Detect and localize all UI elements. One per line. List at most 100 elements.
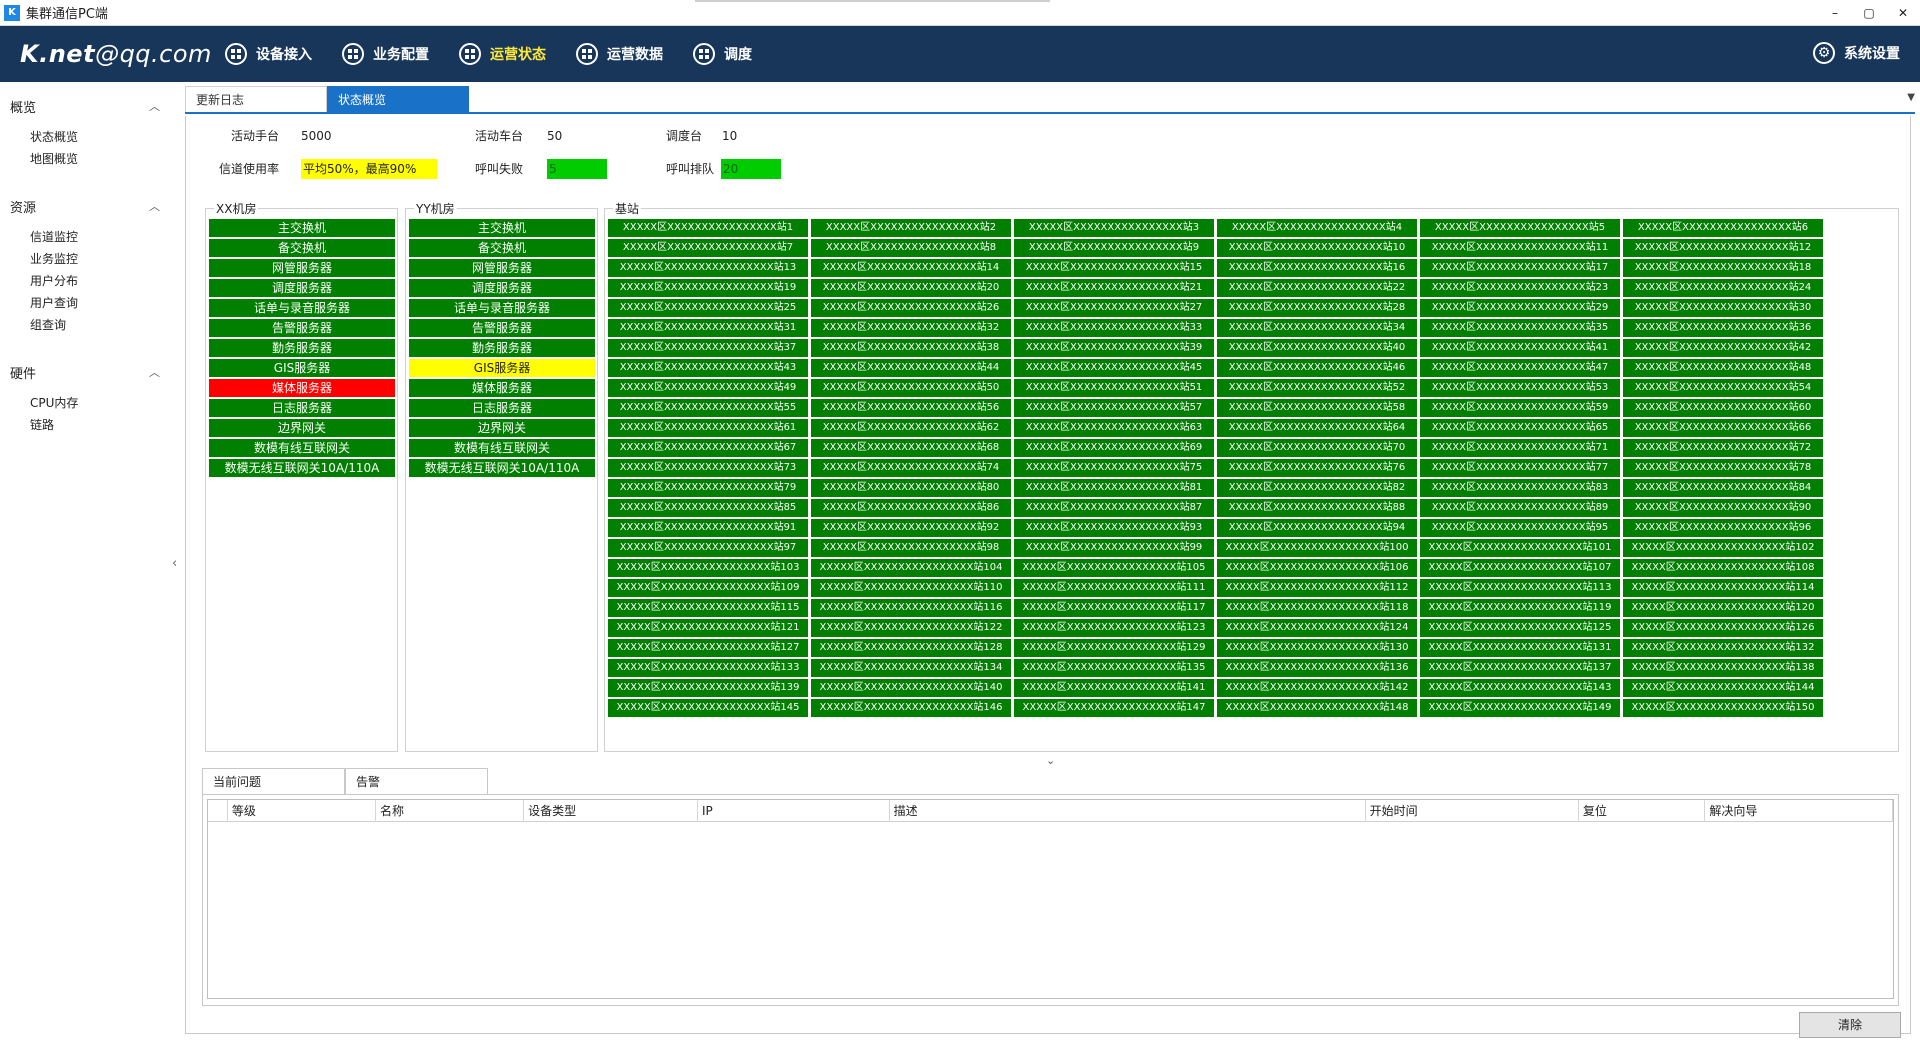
base-station-item[interactable]: XXXXX区XXXXXXXXXXXXXXXX站111 — [1014, 579, 1214, 597]
base-station-item[interactable]: XXXXX区XXXXXXXXXXXXXXXX站93 — [1014, 519, 1214, 537]
base-station-item[interactable]: XXXXX区XXXXXXXXXXXXXXXX站78 — [1623, 459, 1823, 477]
sidebar-item[interactable]: 业务监控 — [0, 248, 170, 270]
base-station-item[interactable]: XXXXX区XXXXXXXXXXXXXXXX站2 — [811, 219, 1011, 237]
base-station-item[interactable]: XXXXX区XXXXXXXXXXXXXXXX站56 — [811, 399, 1011, 417]
column-header[interactable]: 解决向导 — [1705, 800, 1893, 822]
base-station-item[interactable]: XXXXX区XXXXXXXXXXXXXXXX站44 — [811, 359, 1011, 377]
base-station-item[interactable]: XXXXX区XXXXXXXXXXXXXXXX站77 — [1420, 459, 1620, 477]
base-station-item[interactable]: XXXXX区XXXXXXXXXXXXXXXX站40 — [1217, 339, 1417, 357]
base-station-item[interactable]: XXXXX区XXXXXXXXXXXXXXXX站140 — [811, 679, 1011, 697]
base-station-item[interactable]: XXXXX区XXXXXXXXXXXXXXXX站46 — [1217, 359, 1417, 377]
server-status-item[interactable]: 告警服务器 — [409, 319, 595, 337]
base-station-item[interactable]: XXXXX区XXXXXXXXXXXXXXXX站3 — [1014, 219, 1214, 237]
base-station-item[interactable]: XXXXX区XXXXXXXXXXXXXXXX站7 — [608, 239, 808, 257]
base-station-item[interactable]: XXXXX区XXXXXXXXXXXXXXXX站127 — [608, 639, 808, 657]
issues-table[interactable]: 等级 名称 设备类型 IP 描述 开始时间 复位 解决向导 — [207, 799, 1894, 999]
chevron-down-icon[interactable]: ▼ — [1907, 92, 1915, 103]
base-station-item[interactable]: XXXXX区XXXXXXXXXXXXXXXX站81 — [1014, 479, 1214, 497]
base-station-item[interactable]: XXXXX区XXXXXXXXXXXXXXXX站17 — [1420, 259, 1620, 277]
base-station-item[interactable]: XXXXX区XXXXXXXXXXXXXXXX站59 — [1420, 399, 1620, 417]
server-status-item[interactable]: 网管服务器 — [409, 259, 595, 277]
base-station-item[interactable]: XXXXX区XXXXXXXXXXXXXXXX站4 — [1217, 219, 1417, 237]
base-station-item[interactable]: XXXXX区XXXXXXXXXXXXXXXX站147 — [1014, 699, 1214, 717]
server-status-item[interactable]: 主交换机 — [409, 219, 595, 237]
tab-1[interactable]: 状态概览 — [327, 86, 469, 112]
base-station-item[interactable]: XXXXX区XXXXXXXXXXXXXXXX站71 — [1420, 439, 1620, 457]
server-status-item[interactable]: 媒体服务器 — [209, 379, 395, 397]
sidebar-group-header[interactable]: 资源 ︿ — [0, 196, 170, 216]
base-station-item[interactable]: XXXXX区XXXXXXXXXXXXXXXX站149 — [1420, 699, 1620, 717]
base-station-item[interactable]: XXXXX区XXXXXXXXXXXXXXXX站34 — [1217, 319, 1417, 337]
base-station-item[interactable]: XXXXX区XXXXXXXXXXXXXXXX站24 — [1623, 279, 1823, 297]
server-status-item[interactable]: 数模无线互联网关10A/110A — [409, 459, 595, 477]
nav-item-0[interactable]: 设备接入 — [225, 43, 312, 65]
server-status-item[interactable]: GIS服务器 — [409, 359, 595, 377]
base-station-item[interactable]: XXXXX区XXXXXXXXXXXXXXXX站136 — [1217, 659, 1417, 677]
close-icon[interactable]: ✕ — [1886, 0, 1920, 26]
base-station-item[interactable]: XXXXX区XXXXXXXXXXXXXXXX站19 — [608, 279, 808, 297]
base-station-item[interactable]: XXXXX区XXXXXXXXXXXXXXXX站137 — [1420, 659, 1620, 677]
base-station-item[interactable]: XXXXX区XXXXXXXXXXXXXXXX站90 — [1623, 499, 1823, 517]
base-station-item[interactable]: XXXXX区XXXXXXXXXXXXXXXX站138 — [1623, 659, 1823, 677]
base-station-item[interactable]: XXXXX区XXXXXXXXXXXXXXXX站106 — [1217, 559, 1417, 577]
base-station-item[interactable]: XXXXX区XXXXXXXXXXXXXXXX站83 — [1420, 479, 1620, 497]
base-station-item[interactable]: XXXXX区XXXXXXXXXXXXXXXX站99 — [1014, 539, 1214, 557]
chevron-up-icon[interactable]: ︿ — [149, 98, 160, 114]
base-station-item[interactable]: XXXXX区XXXXXXXXXXXXXXXX站145 — [608, 699, 808, 717]
base-station-item[interactable]: XXXXX区XXXXXXXXXXXXXXXX站98 — [811, 539, 1011, 557]
clear-button[interactable]: 清除 — [1799, 1012, 1901, 1038]
base-station-item[interactable]: XXXXX区XXXXXXXXXXXXXXXX站80 — [811, 479, 1011, 497]
collapse-sidebar-icon[interactable]: ‹ — [172, 556, 177, 571]
base-station-item[interactable]: XXXXX区XXXXXXXXXXXXXXXX站50 — [811, 379, 1011, 397]
sidebar-item[interactable]: 信道监控 — [0, 226, 170, 248]
base-station-item[interactable]: XXXXX区XXXXXXXXXXXXXXXX站117 — [1014, 599, 1214, 617]
base-station-item[interactable]: XXXXX区XXXXXXXXXXXXXXXX站27 — [1014, 299, 1214, 317]
base-station-item[interactable]: XXXXX区XXXXXXXXXXXXXXXX站85 — [608, 499, 808, 517]
server-status-item[interactable]: 数模无线互联网关10A/110A — [209, 459, 395, 477]
base-station-item[interactable]: XXXXX区XXXXXXXXXXXXXXXX站12 — [1623, 239, 1823, 257]
base-station-item[interactable]: XXXXX区XXXXXXXXXXXXXXXX站11 — [1420, 239, 1620, 257]
sidebar-group-header[interactable]: 概览 ︿ — [0, 96, 170, 116]
nav-item-1[interactable]: 业务配置 — [342, 43, 429, 65]
base-station-item[interactable]: XXXXX区XXXXXXXXXXXXXXXX站88 — [1217, 499, 1417, 517]
base-station-item[interactable]: XXXXX区XXXXXXXXXXXXXXXX站58 — [1217, 399, 1417, 417]
column-header[interactable]: 复位 — [1579, 800, 1706, 822]
column-header[interactable]: 开始时间 — [1366, 800, 1579, 822]
base-station-item[interactable]: XXXXX区XXXXXXXXXXXXXXXX站72 — [1623, 439, 1823, 457]
base-station-item[interactable]: XXXXX区XXXXXXXXXXXXXXXX站42 — [1623, 339, 1823, 357]
base-station-item[interactable]: XXXXX区XXXXXXXXXXXXXXXX站13 — [608, 259, 808, 277]
base-station-item[interactable]: XXXXX区XXXXXXXXXXXXXXXX站122 — [811, 619, 1011, 637]
base-station-item[interactable]: XXXXX区XXXXXXXXXXXXXXXX站14 — [811, 259, 1011, 277]
base-station-item[interactable]: XXXXX区XXXXXXXXXXXXXXXX站103 — [608, 559, 808, 577]
base-station-item[interactable]: XXXXX区XXXXXXXXXXXXXXXX站148 — [1217, 699, 1417, 717]
base-station-item[interactable]: XXXXX区XXXXXXXXXXXXXXXX站39 — [1014, 339, 1214, 357]
base-station-item[interactable]: XXXXX区XXXXXXXXXXXXXXXX站10 — [1217, 239, 1417, 257]
server-status-item[interactable]: 边界网关 — [409, 419, 595, 437]
base-station-item[interactable]: XXXXX区XXXXXXXXXXXXXXXX站29 — [1420, 299, 1620, 317]
base-station-item[interactable]: XXXXX区XXXXXXXXXXXXXXXX站102 — [1623, 539, 1823, 557]
expand-down-icon[interactable]: ⌄ — [1046, 754, 1055, 767]
base-station-item[interactable]: XXXXX区XXXXXXXXXXXXXXXX站82 — [1217, 479, 1417, 497]
base-station-item[interactable]: XXXXX区XXXXXXXXXXXXXXXX站134 — [811, 659, 1011, 677]
base-station-item[interactable]: XXXXX区XXXXXXXXXXXXXXXX站5 — [1420, 219, 1620, 237]
base-station-item[interactable]: XXXXX区XXXXXXXXXXXXXXXX站55 — [608, 399, 808, 417]
sidebar-item[interactable]: 组查询 — [0, 314, 170, 336]
base-station-item[interactable]: XXXXX区XXXXXXXXXXXXXXXX站107 — [1420, 559, 1620, 577]
sidebar-item[interactable]: CPU内存 — [0, 392, 170, 414]
base-station-item[interactable]: XXXXX区XXXXXXXXXXXXXXXX站121 — [608, 619, 808, 637]
base-station-item[interactable]: XXXXX区XXXXXXXXXXXXXXXX站112 — [1217, 579, 1417, 597]
issue-tab-0[interactable]: 当前问题 — [202, 768, 345, 794]
base-station-item[interactable]: XXXXX区XXXXXXXXXXXXXXXX站8 — [811, 239, 1011, 257]
sidebar-group-header[interactable]: 硬件 ︿ — [0, 362, 170, 382]
base-station-item[interactable]: XXXXX区XXXXXXXXXXXXXXXX站79 — [608, 479, 808, 497]
base-station-item[interactable]: XXXXX区XXXXXXXXXXXXXXXX站52 — [1217, 379, 1417, 397]
base-station-item[interactable]: XXXXX区XXXXXXXXXXXXXXXX站6 — [1623, 219, 1823, 237]
base-station-item[interactable]: XXXXX区XXXXXXXXXXXXXXXX站35 — [1420, 319, 1620, 337]
base-station-item[interactable]: XXXXX区XXXXXXXXXXXXXXXX站69 — [1014, 439, 1214, 457]
server-status-item[interactable]: 话单与录音服务器 — [409, 299, 595, 317]
base-station-item[interactable]: XXXXX区XXXXXXXXXXXXXXXX站96 — [1623, 519, 1823, 537]
base-station-item[interactable]: XXXXX区XXXXXXXXXXXXXXXX站150 — [1623, 699, 1823, 717]
server-status-item[interactable]: 主交换机 — [209, 219, 395, 237]
base-station-item[interactable]: XXXXX区XXXXXXXXXXXXXXXX站65 — [1420, 419, 1620, 437]
base-station-item[interactable]: XXXXX区XXXXXXXXXXXXXXXX站143 — [1420, 679, 1620, 697]
